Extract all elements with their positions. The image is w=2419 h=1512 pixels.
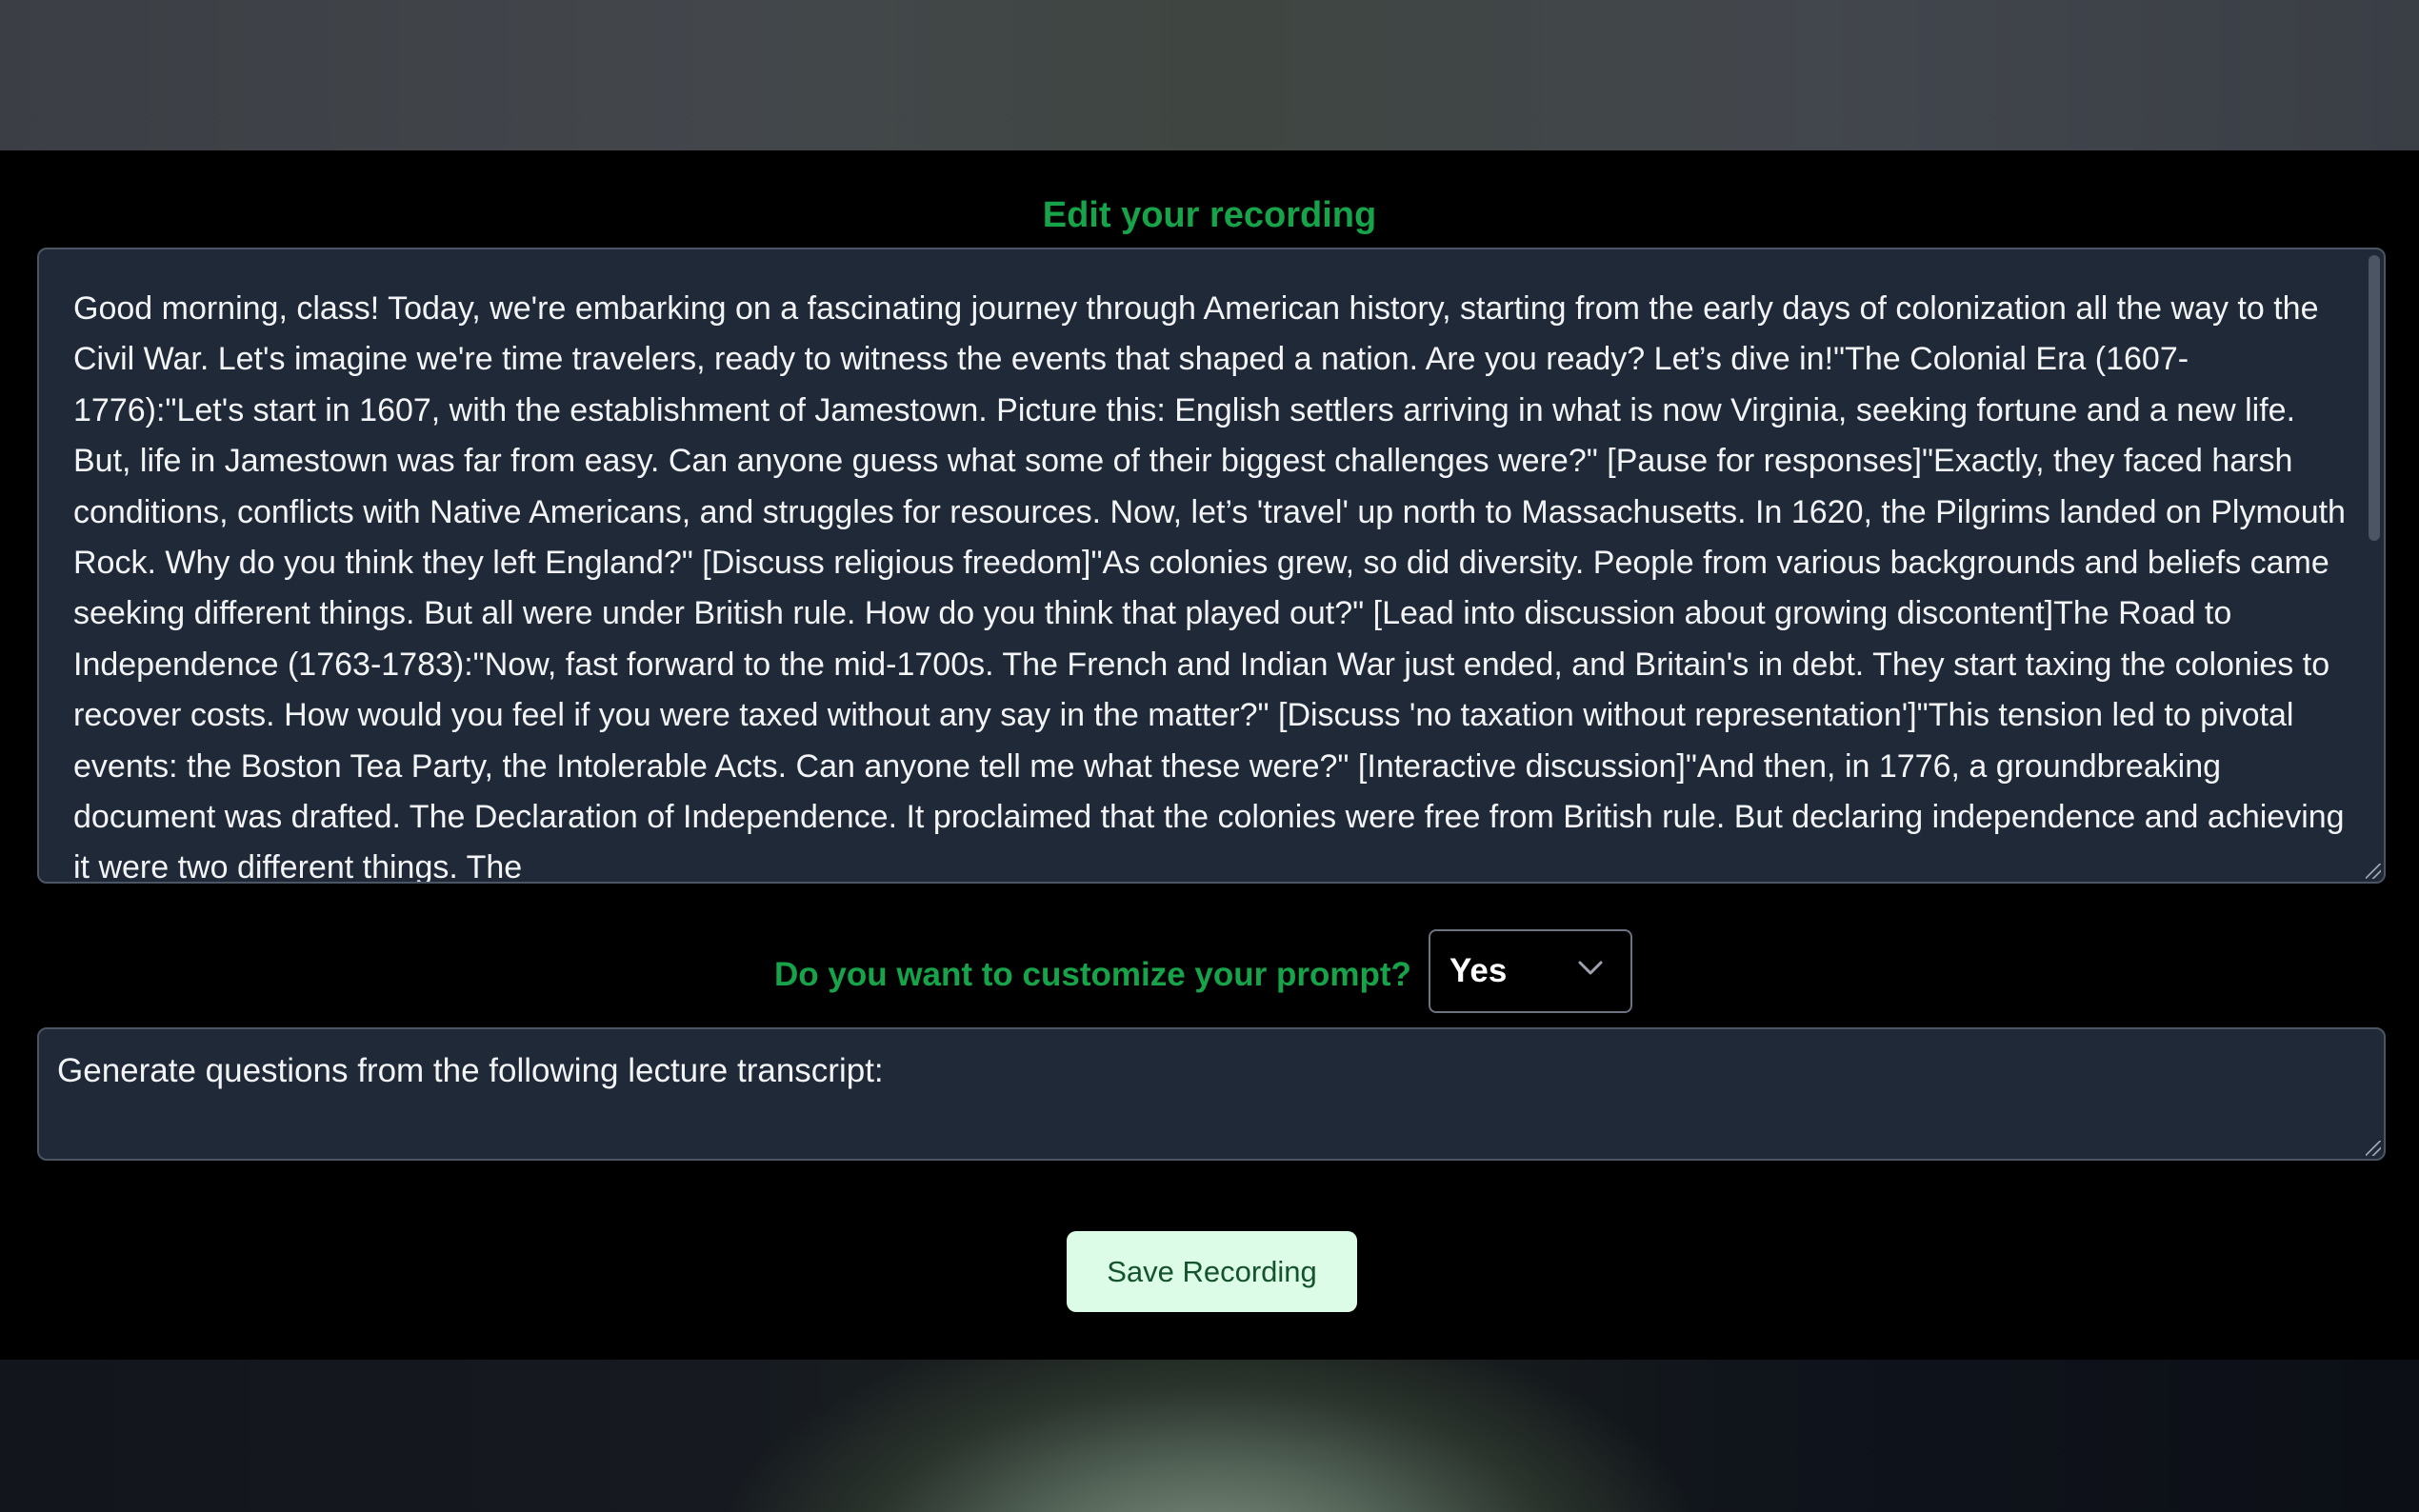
customize-prompt-label: Do you want to customize your prompt? (774, 956, 1411, 993)
transcript-text[interactable]: Good morning, class! Today, we're embark… (73, 284, 2357, 882)
page: Edit your recording Good morning, class!… (0, 0, 2419, 1512)
background-top (0, 0, 2419, 150)
background-bottom (0, 1360, 2419, 1512)
prompt-textarea[interactable]: Generate questions from the following le… (37, 1027, 2386, 1161)
transcript-textarea[interactable]: Good morning, class! Today, we're embark… (37, 248, 2386, 884)
prompt-text[interactable]: Generate questions from the following le… (57, 1048, 884, 1094)
transcript-resize-handle[interactable] (2366, 864, 2381, 879)
save-recording-button[interactable]: Save Recording (1067, 1231, 1357, 1312)
transcript-scrollbar-thumb[interactable] (2369, 255, 2380, 541)
editor-heading: Edit your recording (1042, 195, 1377, 235)
customize-prompt-selected-value[interactable]: Yes (1449, 950, 1507, 992)
recording-editor-panel: Edit your recording Good morning, class!… (0, 150, 2419, 1360)
chevron-down-icon[interactable] (1577, 960, 1604, 977)
transcript-scrollbar[interactable] (2361, 249, 2384, 882)
customize-prompt-row: Do you want to customize your prompt? Ye… (0, 929, 2419, 1015)
prompt-resize-handle[interactable] (2366, 1141, 2381, 1156)
customize-prompt-select[interactable]: Yes (1429, 929, 1632, 1013)
